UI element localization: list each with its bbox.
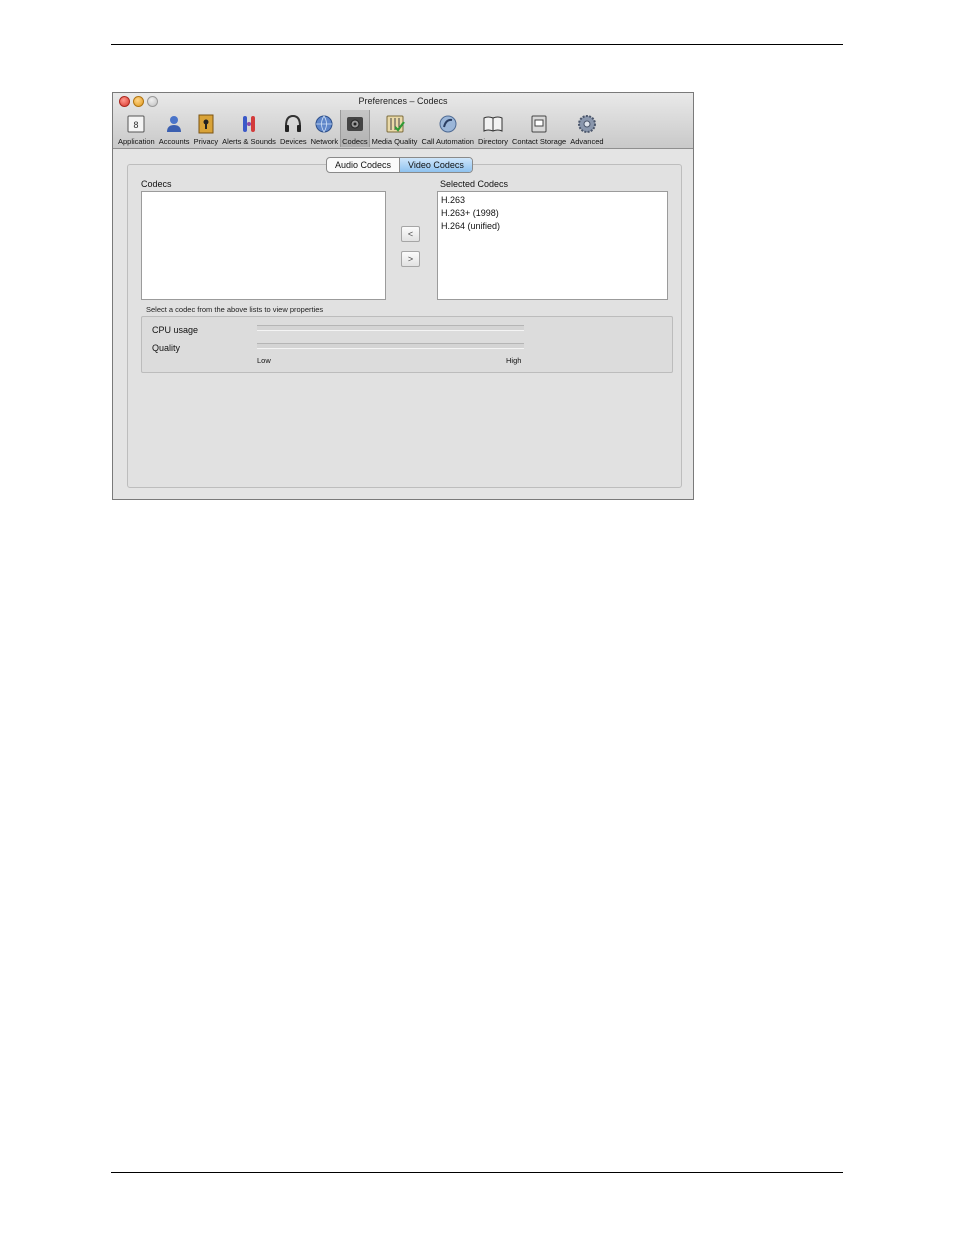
toolbar-item-network[interactable]: Network — [309, 110, 341, 147]
move-right-button[interactable]: > — [401, 251, 420, 267]
toolbar-item-label: Codecs — [342, 137, 368, 146]
scale-low-label: Low — [257, 356, 271, 365]
codec-type-tabs: Audio Codecs Video Codecs — [326, 157, 473, 173]
toolbar-item-media-quality[interactable]: Media Quality — [370, 110, 420, 147]
codecs-list-label: Codecs — [141, 179, 172, 189]
window-title: Preferences – Codecs — [358, 96, 448, 106]
move-left-button[interactable]: < — [401, 226, 420, 242]
privacy-icon — [194, 112, 218, 136]
selected-codecs-list[interactable]: H.263 H.263+ (1998) H.264 (unified) — [437, 191, 668, 300]
preferences-toolbar: 8 Application Accounts Privacy Alerts & … — [116, 110, 606, 147]
toolbar-item-label: Network — [310, 137, 339, 146]
toolbar-item-label: Directory — [477, 137, 508, 146]
tab-video-codecs[interactable]: Video Codecs — [399, 158, 472, 172]
toolbar-item-privacy[interactable]: Privacy — [192, 110, 221, 147]
preferences-window: Preferences – Codecs 8 Application Accou… — [112, 92, 694, 500]
toolbar-item-contact-storage[interactable]: Contact Storage — [510, 110, 568, 147]
tab-audio-codecs[interactable]: Audio Codecs — [327, 158, 399, 172]
cpu-usage-meter — [257, 325, 524, 331]
alerts-sounds-icon — [237, 112, 261, 136]
selected-codecs-label: Selected Codecs — [440, 179, 509, 189]
quality-meter — [257, 343, 524, 349]
call-automation-icon — [436, 112, 460, 136]
list-item[interactable]: H.264 (unified) — [438, 220, 667, 233]
toolbar-item-label: Advanced — [570, 137, 604, 146]
toolbar-item-label: Call Automation — [421, 137, 474, 146]
toolbar-item-advanced[interactable]: Advanced — [568, 110, 605, 147]
devices-icon — [281, 112, 305, 136]
quality-label: Quality — [152, 343, 181, 353]
toolbar-item-label: Privacy — [193, 137, 219, 146]
accounts-icon — [162, 112, 186, 136]
page-footer-rule — [111, 1172, 843, 1173]
toolbar-item-label: Application — [118, 137, 155, 146]
toolbar-item-codecs[interactable]: Codecs — [340, 110, 370, 147]
toolbar-item-application[interactable]: 8 Application — [116, 110, 157, 147]
list-item[interactable]: H.263+ (1998) — [438, 207, 667, 220]
directory-icon — [481, 112, 505, 136]
toolbar-item-directory[interactable]: Directory — [476, 110, 510, 147]
list-item[interactable]: H.263 — [438, 194, 667, 207]
title-bar: Preferences – Codecs 8 Application Accou… — [113, 93, 693, 149]
toolbar-item-accounts[interactable]: Accounts — [157, 110, 192, 147]
toolbar-item-label: Contact Storage — [511, 137, 567, 146]
properties-hint: Select a codec from the above lists to v… — [146, 305, 324, 314]
toolbar-item-alerts-sounds[interactable]: Alerts & Sounds — [220, 110, 278, 147]
page-header-rule — [111, 44, 843, 45]
toolbar-item-call-automation[interactable]: Call Automation — [419, 110, 476, 147]
toolbar-item-devices[interactable]: Devices — [278, 110, 309, 147]
application-icon: 8 — [124, 112, 148, 136]
network-icon — [312, 112, 336, 136]
available-codecs-list[interactable] — [141, 191, 386, 300]
contact-storage-icon — [527, 112, 551, 136]
toolbar-item-label: Alerts & Sounds — [222, 137, 276, 146]
scale-high-label: High — [506, 356, 522, 365]
advanced-icon — [575, 112, 599, 136]
toolbar-item-label: Accounts — [158, 137, 190, 146]
codecs-icon — [343, 112, 367, 136]
toolbar-item-label: Media Quality — [371, 137, 418, 146]
codec-properties-box: CPU usage Quality Low High — [141, 316, 673, 373]
toolbar-item-label: Devices — [279, 137, 307, 146]
cpu-usage-label: CPU usage — [152, 325, 199, 335]
svg-text:8: 8 — [134, 121, 139, 131]
media-quality-icon — [383, 112, 407, 136]
